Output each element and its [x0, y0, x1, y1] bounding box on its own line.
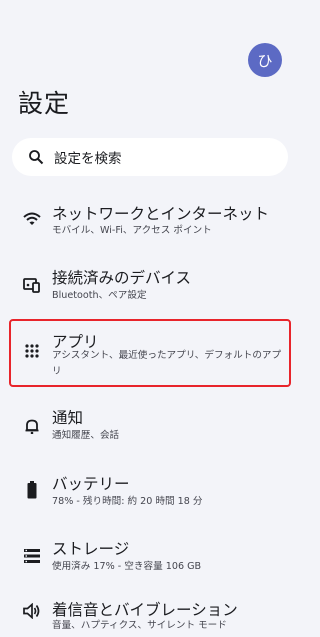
- settings-item-storage[interactable]: ストレージ 使用済み 17% - 空き容量 106 GB: [0, 535, 300, 595]
- search-bar[interactable]: 設定を検索: [12, 138, 288, 176]
- storage-icon: [23, 547, 41, 565]
- devices-icon: [23, 276, 41, 294]
- page-title: 設定: [18, 89, 71, 118]
- settings-item-subtitle: 78% - 残り時間: 約 20 時間 18 分: [52, 496, 203, 507]
- search-label: 設定を検索: [54, 151, 122, 167]
- settings-item-title: 着信音とバイブレーション: [52, 601, 238, 619]
- settings-item-title: バッテリー: [52, 475, 130, 493]
- settings-item-title: 接続済みのデバイス: [52, 269, 192, 287]
- settings-item-title: 通知: [52, 409, 84, 427]
- settings-item-connected-devices[interactable]: 接続済みのデバイス Bluetooth、ペア設定: [0, 264, 300, 324]
- search-icon: [28, 149, 44, 165]
- battery-icon: [23, 481, 41, 499]
- settings-item-sound[interactable]: 着信音とバイブレーション 音量、ハプティクス、サイレント モード: [0, 598, 300, 637]
- settings-item-subtitle: 使用済み 17% - 空き容量 106 GB: [52, 561, 202, 572]
- settings-item-subtitle: モバイル、Wi-Fi、アクセス ポイント: [52, 225, 212, 236]
- settings-item-subtitle: 通知履歴、会話: [52, 430, 120, 441]
- settings-item-notifications[interactable]: 通知 通知履歴、会話: [0, 404, 300, 464]
- settings-item-battery[interactable]: バッテリー 78% - 残り時間: 約 20 時間 18 分: [0, 470, 300, 530]
- account-avatar[interactable]: ひ: [248, 43, 282, 77]
- settings-item-subtitle: アシスタント、最近使ったアプリ、デフォルトのアプリ: [52, 350, 282, 377]
- bell-icon: [23, 417, 41, 435]
- wifi-icon: [23, 210, 41, 228]
- apps-grid-icon: [23, 342, 41, 360]
- settings-item-title: ストレージ: [52, 540, 130, 558]
- settings-item-title: ネットワークとインターネット: [52, 205, 270, 223]
- volume-icon: [23, 602, 41, 620]
- settings-item-network[interactable]: ネットワークとインターネット モバイル、Wi-Fi、アクセス ポイント: [0, 198, 300, 258]
- avatar-initial: ひ: [257, 51, 273, 70]
- settings-item-subtitle: Bluetooth、ペア設定: [52, 290, 147, 301]
- settings-item-apps[interactable]: アプリ アシスタント、最近使ったアプリ、デフォルトのアプリ: [0, 328, 300, 388]
- settings-item-subtitle: 音量、ハプティクス、サイレント モード: [52, 620, 227, 631]
